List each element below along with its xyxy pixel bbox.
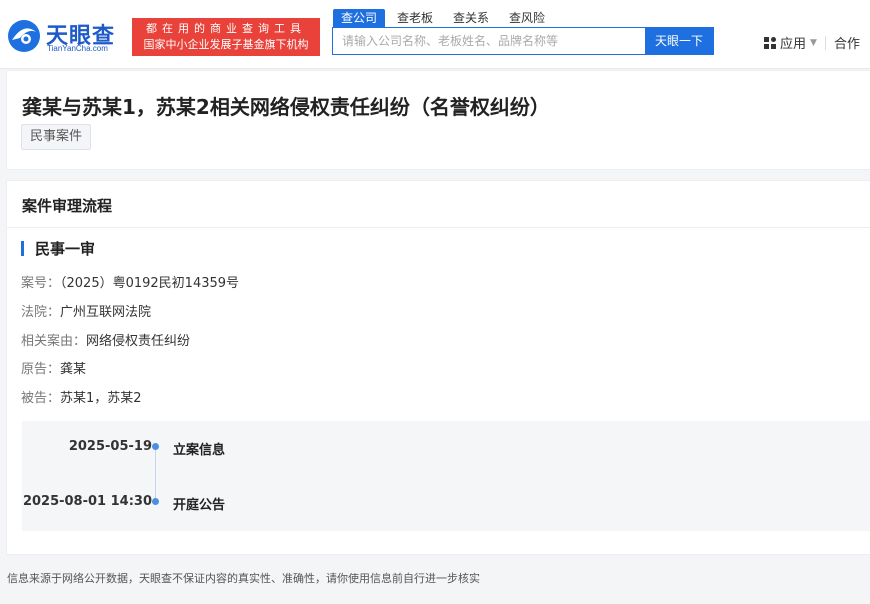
- case-process-card: 案件审理流程 民事一审 案号：（2025）粤0192民初14359号 法院：广州…: [6, 180, 870, 555]
- field-court: 法院：广州互联网法院: [21, 301, 151, 320]
- field-value: 网络侵权责任纠纷: [86, 334, 191, 349]
- cooperate-link[interactable]: 合作: [834, 33, 860, 52]
- timeline-line: [155, 447, 156, 503]
- section-header: 案件审理流程: [7, 181, 870, 228]
- search-tabs: 查公司 查老板 查关系 查风险: [333, 9, 557, 27]
- case-type-badge: 民事案件: [21, 124, 92, 150]
- field-plaintiff: 原告：龚某: [21, 358, 86, 377]
- tab-company[interactable]: 查公司: [333, 9, 386, 27]
- timeline: 2025-05-19 立案信息 2025-08-01 14:30 开庭公告: [22, 421, 870, 531]
- field-label: 案号：: [21, 276, 61, 291]
- section-title: 案件审理流程: [22, 197, 113, 215]
- timeline-dot-icon: [152, 498, 159, 505]
- apps-menu[interactable]: 应用: [780, 33, 806, 52]
- disclaimer-text: 信息来源于网络公开数据，天眼查不保证内容的真实性、准确性，请你使用信息前自行进一…: [7, 572, 480, 585]
- timeline-dot-icon: [152, 443, 159, 450]
- stage-accent-bar: [21, 240, 24, 256]
- header-right-nav: 应用 ▼ 合作: [764, 33, 860, 52]
- logo-subtitle: TianYanCha.com: [47, 44, 108, 53]
- case-title: 龚某与苏某1，苏某2相关网络侵权责任纠纷（名誉权纠纷）: [22, 95, 550, 119]
- nav-divider: [824, 35, 826, 50]
- site-logo[interactable]: 天眼查 TianYanCha.com: [6, 14, 126, 58]
- chevron-down-icon: ▼: [810, 37, 817, 48]
- slogan-line-2: 国家中小企业发展子基金旗下机构: [143, 38, 309, 51]
- timeline-item-filing[interactable]: 立案信息: [173, 439, 225, 458]
- tab-relation[interactable]: 查关系: [445, 9, 497, 27]
- field-label: 被告：: [21, 391, 61, 406]
- case-header-card: 龚某与苏某1，苏某2相关网络侵权责任纠纷（名誉权纠纷） 民事案件: [6, 70, 870, 170]
- field-label: 法院：: [21, 305, 61, 320]
- tab-boss[interactable]: 查老板: [389, 9, 441, 27]
- field-value[interactable]: 龚某: [60, 362, 86, 377]
- search-input[interactable]: [333, 28, 643, 54]
- slogan-banner: 都在用的商业查询工具 国家中小企业发展子基金旗下机构: [132, 18, 320, 56]
- field-case-number: 案号：（2025）粤0192民初14359号: [21, 272, 239, 291]
- field-label: 相关案由：: [21, 334, 87, 349]
- apps-grid-icon: [764, 36, 776, 49]
- field-value: （2025）粤0192民初14359号: [60, 276, 240, 291]
- field-label: 原告：: [21, 362, 61, 377]
- search-button[interactable]: 天眼一下: [645, 28, 713, 54]
- timeline-date: 2025-08-01 14:30: [22, 494, 152, 509]
- stage-heading: 民事一审: [21, 238, 95, 258]
- search-box: 天眼一下: [332, 27, 714, 55]
- logo-eye-icon: [8, 20, 40, 52]
- timeline-item-hearing[interactable]: 开庭公告: [173, 494, 225, 513]
- slogan-line-1: 都在用的商业查询工具: [146, 22, 306, 35]
- field-value[interactable]: 苏某1，苏某2: [60, 391, 142, 406]
- timeline-date: 2025-05-19: [68, 439, 152, 454]
- field-value: 广州互联网法院: [60, 305, 152, 320]
- field-cause: 相关案由：网络侵权责任纠纷: [21, 330, 190, 349]
- tab-risk[interactable]: 查风险: [501, 9, 553, 27]
- field-defendant: 被告：苏某1，苏某2: [21, 387, 142, 406]
- stage-title: 民事一审: [35, 239, 96, 258]
- top-header: 天眼查 TianYanCha.com 都在用的商业查询工具 国家中小企业发展子基…: [0, 0, 870, 69]
